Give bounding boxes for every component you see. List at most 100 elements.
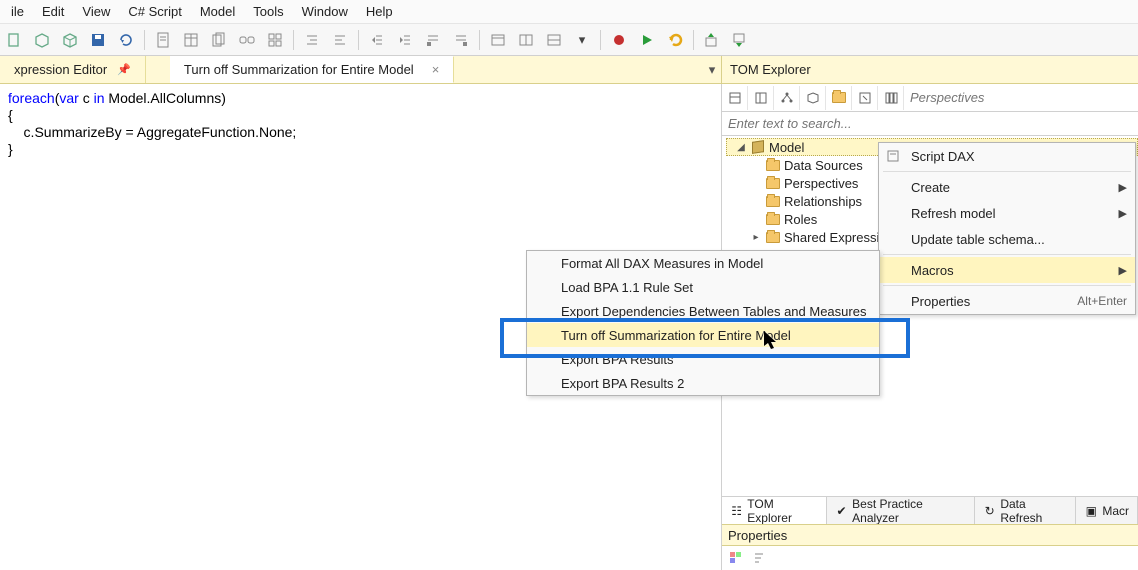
macro-label: Export BPA Results 2 <box>561 376 684 391</box>
pin-icon[interactable]: 📌 <box>117 63 131 76</box>
hierarchy-icon[interactable] <box>774 86 800 110</box>
bottom-tab-bpa[interactable]: ✔ Best Practice Analyzer <box>827 497 975 524</box>
grid-icon[interactable] <box>263 28 287 52</box>
ctx-script-dax[interactable]: Script DAX <box>879 143 1135 169</box>
macro-item[interactable]: Export BPA Results 2 <box>527 371 879 395</box>
indent-icon[interactable] <box>393 28 417 52</box>
play-icon[interactable] <box>635 28 659 52</box>
sort-icon[interactable] <box>750 549 770 567</box>
menu-model[interactable]: Model <box>191 1 244 22</box>
panel-title: TOM Explorer <box>722 56 819 83</box>
menu-csharp[interactable]: C# Script <box>119 1 190 22</box>
ctx-update[interactable]: Update table schema... <box>879 226 1135 252</box>
folder-icon[interactable] <box>826 86 852 110</box>
columns-icon[interactable] <box>878 86 904 110</box>
editor-tabs: xpression Editor 📌 Turn off Summarizatio… <box>0 56 721 84</box>
cube-icon[interactable] <box>30 28 54 52</box>
script-icon <box>885 148 901 164</box>
copy-icon[interactable] <box>207 28 231 52</box>
menu-view[interactable]: View <box>73 1 119 22</box>
record-icon[interactable] <box>607 28 631 52</box>
bottom-tab-refresh[interactable]: ↻ Data Refresh <box>975 497 1076 524</box>
window2-icon[interactable] <box>514 28 538 52</box>
menu-tools[interactable]: Tools <box>244 1 292 22</box>
menu-help[interactable]: Help <box>357 1 402 22</box>
bottom-tab-macro[interactable]: ▣ Macr <box>1076 497 1138 524</box>
btab-label: Data Refresh <box>1000 497 1067 525</box>
macro-item[interactable]: Export Dependencies Between Tables and M… <box>527 299 879 323</box>
right-panel-header: TOM Explorer <box>721 56 1138 84</box>
window1-icon[interactable] <box>486 28 510 52</box>
macro-label: Load BPA 1.1 Rule Set <box>561 280 693 295</box>
search-input[interactable] <box>722 112 1138 136</box>
bottom-tabs: ☷ TOM Explorer ✔ Best Practice Analyzer … <box>722 496 1138 524</box>
btab-label: Best Practice Analyzer <box>852 497 966 525</box>
comment-icon[interactable] <box>421 28 445 52</box>
macro-item[interactable]: Export BPA Results <box>527 347 879 371</box>
collapse-icon[interactable]: ◢ <box>735 142 747 153</box>
tab-script[interactable]: Turn off Summarization for Entire Model … <box>170 56 454 83</box>
categorize-icon[interactable] <box>726 549 746 567</box>
macro-item-highlighted[interactable]: Turn off Summarization for Entire Model <box>527 323 879 347</box>
folder-icon <box>765 230 781 244</box>
save-icon[interactable] <box>86 28 110 52</box>
tab-overflow-icon[interactable]: ▾ <box>703 56 721 83</box>
tree-icon: ☷ <box>730 504 743 518</box>
tab-expression-editor[interactable]: xpression Editor 📌 <box>0 56 146 83</box>
macro-item[interactable]: Format All DAX Measures in Model <box>527 251 879 275</box>
tree-label: Data Sources <box>784 158 863 173</box>
model-icon <box>750 140 766 154</box>
tree-label: Relationships <box>784 194 862 209</box>
ctx-label: Refresh model <box>911 206 996 221</box>
bottom-tab-tom[interactable]: ☷ TOM Explorer <box>722 497 827 524</box>
export-icon[interactable] <box>728 28 752 52</box>
ctx-label: Create <box>911 180 950 195</box>
menu-window[interactable]: Window <box>293 1 357 22</box>
ctx-macros[interactable]: Macros ▶ <box>879 257 1135 283</box>
shortcut-label: Alt+Enter <box>1077 294 1127 308</box>
table-icon[interactable] <box>179 28 203 52</box>
ctx-label: Script DAX <box>911 149 975 164</box>
ctx-label: Properties <box>911 294 970 309</box>
folder-icon <box>765 212 781 226</box>
ctx-refresh[interactable]: Refresh model ▶ <box>879 200 1135 226</box>
toolbar: ▾ <box>0 24 1138 56</box>
ctx-create[interactable]: Create ▶ <box>879 174 1135 200</box>
uncomment-icon[interactable] <box>449 28 473 52</box>
tab-label: xpression Editor <box>14 62 107 77</box>
outdent-icon[interactable] <box>365 28 389 52</box>
context-menu: Script DAX Create ▶ Refresh model ▶ Upda… <box>878 142 1136 315</box>
indent-right-icon[interactable] <box>328 28 352 52</box>
menu-file[interactable]: ile <box>2 1 33 22</box>
props-title: Properties <box>728 528 787 543</box>
separator <box>883 285 1131 286</box>
doc-icon[interactable] <box>151 28 175 52</box>
refresh-icon[interactable] <box>114 28 138 52</box>
submenu-arrow-icon: ▶ <box>1119 207 1127 220</box>
perspectives-input[interactable] <box>904 86 1138 110</box>
macro-item[interactable]: Load BPA 1.1 Rule Set <box>527 275 879 299</box>
box-icon[interactable] <box>58 28 82 52</box>
ctx-properties[interactable]: Properties Alt+Enter <box>879 288 1135 314</box>
undo-icon[interactable] <box>663 28 687 52</box>
menu-edit[interactable]: Edit <box>33 1 73 22</box>
new-icon[interactable] <box>2 28 26 52</box>
link-icon[interactable] <box>235 28 259 52</box>
folder-icon <box>765 194 781 208</box>
separator <box>883 171 1131 172</box>
macro-label: Format All DAX Measures in Model <box>561 256 763 271</box>
close-icon[interactable]: × <box>432 62 440 77</box>
indent-left-icon[interactable] <box>300 28 324 52</box>
view-list-icon[interactable] <box>722 86 748 110</box>
filter-icon[interactable] <box>852 86 878 110</box>
view-details-icon[interactable] <box>748 86 774 110</box>
dropdown-icon[interactable]: ▾ <box>570 28 594 52</box>
cube-view-icon[interactable] <box>800 86 826 110</box>
expand-icon[interactable]: ▸ <box>750 232 762 243</box>
explorer-toolbar <box>722 84 1138 112</box>
tab-label: Turn off Summarization for Entire Model <box>184 62 414 77</box>
window3-icon[interactable] <box>542 28 566 52</box>
tree-label: Shared Expressio <box>784 230 887 245</box>
properties-header: Properties <box>722 524 1138 546</box>
import-icon[interactable] <box>700 28 724 52</box>
